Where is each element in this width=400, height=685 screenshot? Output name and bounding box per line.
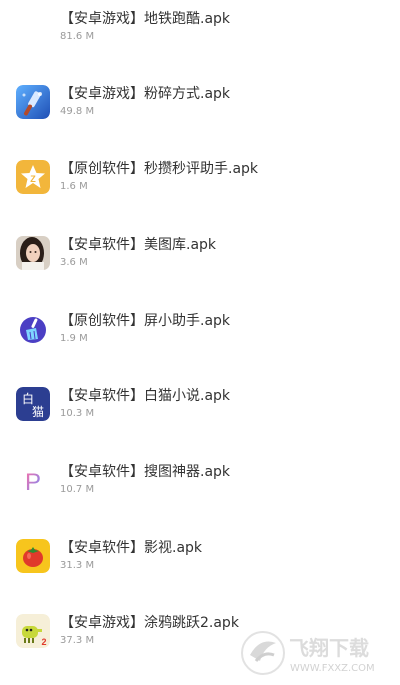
girl-photo-icon bbox=[16, 236, 50, 270]
watermark-url: WWW.FXXZ.COM bbox=[290, 663, 375, 674]
file-name[interactable]: 【安卓游戏】粉碎方式.apk bbox=[60, 85, 230, 103]
star-z-icon: Z bbox=[16, 160, 50, 194]
tomato-icon bbox=[16, 539, 50, 573]
watermark-title: 飞翔下载 bbox=[289, 636, 369, 660]
white-cat-icon: 白 猫 bbox=[16, 387, 50, 421]
file-name[interactable]: 【原创软件】屏小助手.apk bbox=[60, 312, 230, 330]
file-name[interactable]: 【安卓软件】美图库.apk bbox=[60, 236, 216, 254]
star-letter: Z bbox=[30, 174, 36, 184]
p-letter-icon: P bbox=[16, 463, 50, 497]
file-name[interactable]: 【安卓软件】影视.apk bbox=[60, 539, 202, 557]
doodle-number: 2 bbox=[41, 637, 46, 647]
list-item[interactable]: Z 【原创软件】秒攒秒评助手.apk 1.6 M bbox=[0, 160, 400, 220]
file-size: 49.8 M bbox=[60, 106, 95, 117]
list-item[interactable]: 白 猫 【安卓软件】白猫小说.apk 10.3 M bbox=[0, 387, 400, 447]
file-size: 10.3 M bbox=[60, 408, 95, 419]
file-name[interactable]: 【安卓软件】白猫小说.apk bbox=[60, 387, 230, 405]
doodle-jump-icon: 2 bbox=[16, 614, 50, 648]
file-name[interactable]: 【原创软件】秒攒秒评助手.apk bbox=[60, 160, 258, 178]
file-size: 3.6 M bbox=[60, 257, 88, 268]
p-letter: P bbox=[25, 469, 41, 496]
site-watermark: 飞翔下载 WWW.FXXZ.COM bbox=[238, 625, 392, 681]
list-item[interactable]: P 【安卓软件】搜图神器.apk 10.7 M bbox=[0, 463, 400, 523]
list-item[interactable]: 【安卓软件】影视.apk 31.3 M bbox=[0, 539, 400, 599]
file-size: 37.3 M bbox=[60, 635, 95, 646]
list-item[interactable]: 【原创软件】屏小助手.apk 1.9 M bbox=[0, 312, 400, 372]
broom-icon bbox=[16, 312, 50, 346]
list-item[interactable]: 【安卓软件】美图库.apk 3.6 M bbox=[0, 236, 400, 296]
cat-char-top: 白 bbox=[22, 391, 34, 406]
cat-char-bottom: 猫 bbox=[32, 405, 44, 419]
file-size: 10.7 M bbox=[60, 484, 95, 495]
file-size: 31.3 M bbox=[60, 560, 95, 571]
file-size: 1.6 M bbox=[60, 181, 88, 192]
smash-hammer-icon bbox=[16, 85, 50, 119]
file-name[interactable]: 【安卓软件】搜图神器.apk bbox=[60, 463, 230, 481]
file-size: 81.6 M bbox=[60, 31, 95, 42]
list-item[interactable]: 【安卓游戏】粉碎方式.apk 49.8 M bbox=[0, 85, 400, 145]
file-name[interactable]: 【安卓游戏】地铁跑酷.apk bbox=[60, 10, 230, 28]
list-item[interactable]: 【安卓游戏】地铁跑酷.apk 81.6 M bbox=[0, 10, 400, 70]
file-name[interactable]: 【安卓游戏】涂鸦跳跃2.apk bbox=[60, 614, 239, 632]
file-size: 1.9 M bbox=[60, 333, 88, 344]
file-list: 【安卓游戏】地铁跑酷.apk 81.6 M 【安卓游戏】粉碎方式.apk 49.… bbox=[0, 0, 400, 685]
